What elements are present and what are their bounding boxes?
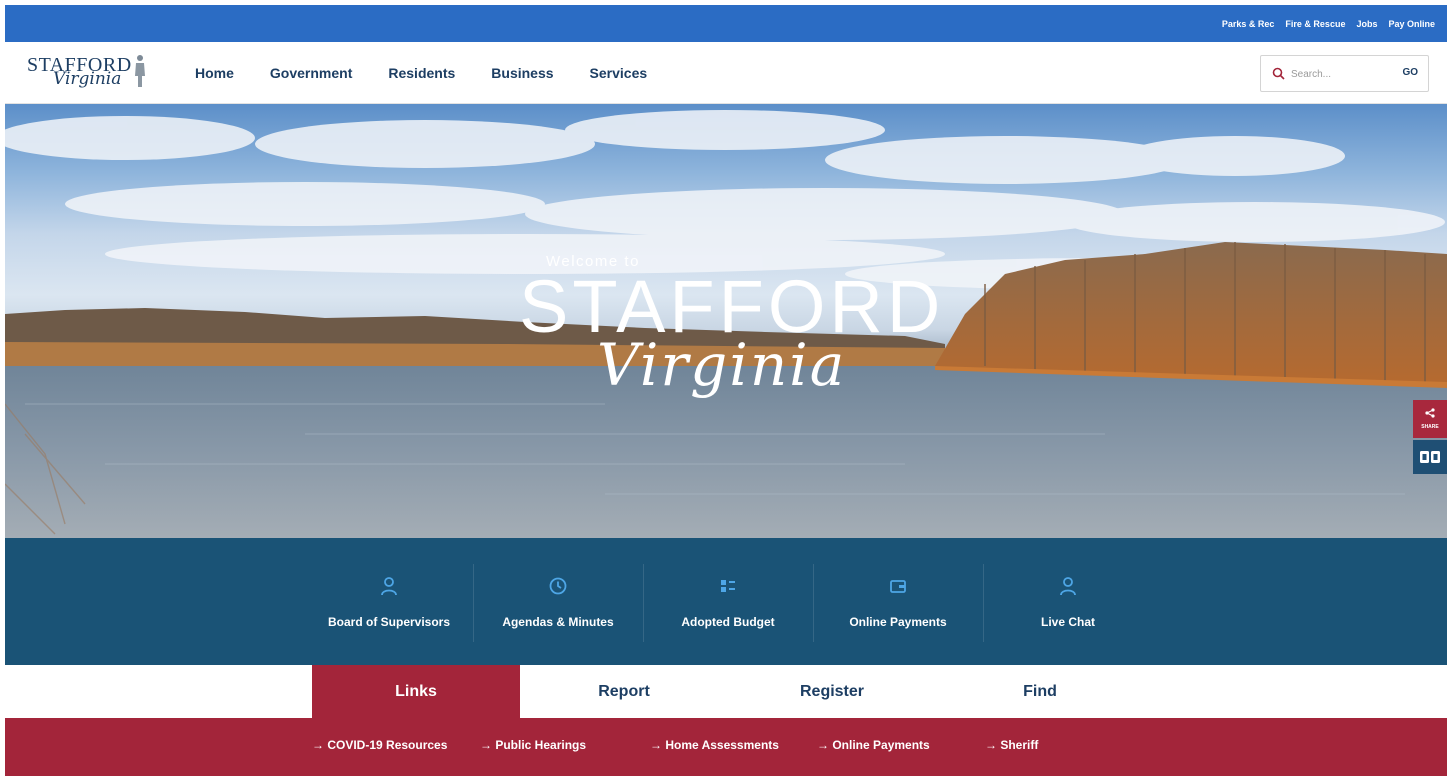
- utility-link-jobs[interactable]: Jobs: [1356, 19, 1377, 29]
- main-nav: Home Government Residents Business Servi…: [195, 42, 683, 104]
- quick-link-board-of-supervisors[interactable]: Board of Supervisors: [304, 538, 474, 665]
- nav-business[interactable]: Business: [491, 65, 553, 81]
- tab-bar: Links Report Register Find: [5, 665, 1447, 718]
- quick-link-label: Board of Supervisors: [327, 615, 451, 629]
- budget-icon: [721, 580, 735, 592]
- arrow-right-icon: →: [817, 738, 833, 752]
- link-online-payments[interactable]: → Online Payments: [817, 738, 930, 752]
- link-covid-19-resources[interactable]: → COVID-19 Resources: [312, 738, 447, 752]
- quick-link-label: Adopted Budget: [681, 615, 775, 629]
- tab-links[interactable]: Links: [312, 665, 520, 718]
- search-box: GO: [1260, 55, 1429, 92]
- link-label: COVID-19 Resources: [327, 738, 448, 752]
- clock-icon: [549, 577, 567, 595]
- search-go-button[interactable]: GO: [1402, 67, 1418, 78]
- tab-report[interactable]: Report: [520, 665, 728, 718]
- wallet-icon: [890, 580, 906, 593]
- share-icon: [1425, 408, 1435, 418]
- arrow-right-icon: →: [650, 738, 666, 752]
- utility-link-parks-rec[interactable]: Parks & Rec: [1222, 19, 1275, 29]
- tab-register[interactable]: Register: [728, 665, 936, 718]
- quick-link-label: Online Payments: [849, 615, 947, 629]
- tab-links-panel: → COVID-19 Resources → Public Hearings →…: [5, 718, 1447, 776]
- share-label: SHARE: [1421, 424, 1439, 430]
- arrow-right-icon: →: [480, 738, 496, 752]
- link-sheriff[interactable]: → Sheriff: [985, 738, 1038, 752]
- logo-script: Virginia: [53, 69, 122, 89]
- quick-link-label: Agendas & Minutes: [502, 615, 614, 629]
- link-label: Home Assessments: [665, 738, 779, 752]
- logo-figure-icon: [135, 55, 145, 87]
- arrow-right-icon: →: [312, 738, 328, 752]
- nav-residents[interactable]: Residents: [388, 65, 455, 81]
- quick-link-label: Live Chat: [1040, 615, 1095, 629]
- hero-banner: Welcome to STAFFORD Virginia SHARE: [5, 104, 1447, 538]
- quick-link-adopted-budget[interactable]: Adopted Budget: [643, 538, 813, 665]
- person-icon: [1060, 577, 1076, 596]
- nav-home[interactable]: Home: [195, 65, 234, 81]
- link-label: Public Hearings: [495, 738, 587, 752]
- search-input[interactable]: [1291, 65, 1387, 83]
- quick-link-live-chat[interactable]: Live Chat: [983, 538, 1153, 665]
- nav-services[interactable]: Services: [590, 65, 648, 81]
- hero-subtitle: Virginia: [597, 331, 847, 399]
- utility-link-pay-online[interactable]: Pay Online: [1388, 19, 1435, 29]
- utility-link-fire-rescue[interactable]: Fire & Rescue: [1285, 19, 1345, 29]
- nav-government[interactable]: Government: [270, 65, 352, 81]
- site-header: STAFFORD Virginia Home Government Reside…: [5, 42, 1447, 104]
- quick-link-online-payments[interactable]: Online Payments: [813, 538, 983, 665]
- page-frame: Parks & Rec Fire & Rescue Jobs Pay Onlin…: [5, 5, 1447, 776]
- share-button[interactable]: SHARE: [1413, 400, 1447, 438]
- link-label: Sheriff: [1000, 738, 1039, 752]
- person-icon: [381, 577, 397, 596]
- translate-icon: [1420, 451, 1440, 463]
- arrow-right-icon: →: [985, 738, 1001, 752]
- utility-nav: Parks & Rec Fire & Rescue Jobs Pay Onlin…: [1222, 5, 1435, 42]
- translate-button[interactable]: [1413, 440, 1447, 474]
- stafford-logo[interactable]: STAFFORD Virginia: [27, 50, 153, 94]
- tab-find[interactable]: Find: [936, 665, 1144, 718]
- quick-link-agendas-minutes[interactable]: Agendas & Minutes: [473, 538, 643, 665]
- utility-bar: Parks & Rec Fire & Rescue Jobs Pay Onlin…: [5, 5, 1447, 42]
- quick-links-band: Board of Supervisors Agendas & Minutes A…: [5, 538, 1447, 665]
- link-home-assessments[interactable]: → Home Assessments: [650, 738, 779, 752]
- link-public-hearings[interactable]: → Public Hearings: [480, 738, 586, 752]
- link-label: Online Payments: [832, 738, 930, 752]
- search-icon: [1272, 67, 1285, 80]
